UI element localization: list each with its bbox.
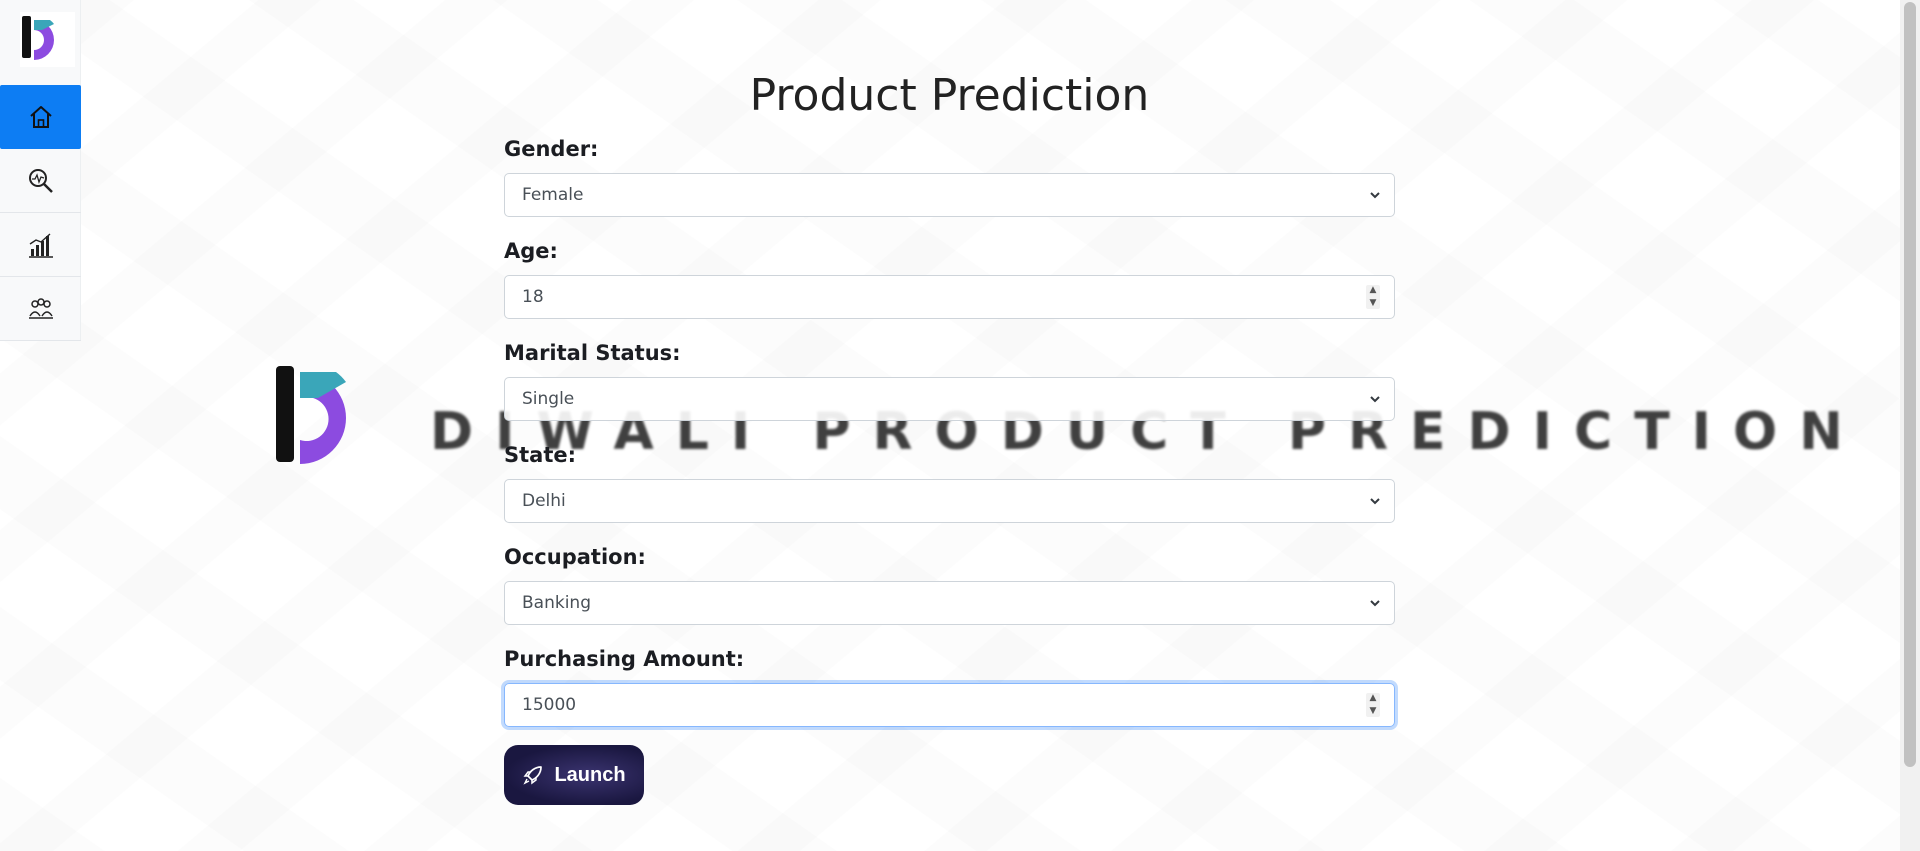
watermark-logo <box>276 366 346 464</box>
purchasing-amount-value: 15000 <box>522 695 577 715</box>
stepper-up-icon[interactable]: ▲ <box>1370 693 1377 704</box>
purchasing-amount-input[interactable]: 15000 ▲ ▼ <box>504 683 1395 727</box>
stepper-down-icon[interactable]: ▼ <box>1370 706 1377 717</box>
age-stepper[interactable]: ▲ ▼ <box>1366 285 1380 309</box>
marital-status-group: Marital Status: Single <box>504 341 1395 421</box>
team-icon <box>28 297 53 319</box>
state-label: State: <box>504 443 577 467</box>
sidebar-item-team[interactable] <box>0 277 81 341</box>
occupation-select[interactable]: Banking <box>504 581 1395 625</box>
sidebar <box>0 0 81 341</box>
rocket-icon <box>523 766 543 785</box>
state-select[interactable]: Delhi <box>504 479 1395 523</box>
page-title: Product Prediction <box>749 70 1150 121</box>
purchasing-amount-label: Purchasing Amount: <box>504 647 745 671</box>
chevron-down-icon <box>1370 498 1380 505</box>
stepper-down-icon[interactable]: ▼ <box>1370 298 1377 309</box>
analysis-search-icon <box>28 168 53 193</box>
state-group: State: Delhi <box>504 443 1395 523</box>
occupation-value: Banking <box>522 593 591 613</box>
scrollbar-thumb[interactable] <box>1904 2 1916 767</box>
age-group: Age: 18 ▲ ▼ <box>504 239 1395 319</box>
sidebar-item-analysis[interactable] <box>0 149 81 213</box>
stepper-up-icon[interactable]: ▲ <box>1370 285 1377 296</box>
gender-label: Gender: <box>504 137 599 161</box>
occupation-group: Occupation: Banking <box>504 545 1395 625</box>
purchasing-amount-group: Purchasing Amount: 15000 ▲ ▼ <box>504 647 1395 727</box>
occupation-label: Occupation: <box>504 545 646 569</box>
marital-status-value: Single <box>522 389 575 409</box>
gender-value: Female <box>522 185 584 205</box>
home-icon <box>29 106 52 128</box>
gender-group: Gender: Female <box>504 137 1395 217</box>
launch-button[interactable]: Launch <box>504 745 644 805</box>
chevron-down-icon <box>1370 396 1380 403</box>
state-value: Delhi <box>522 491 566 511</box>
sidebar-item-home[interactable] <box>0 85 81 149</box>
purchasing-amount-stepper[interactable]: ▲ ▼ <box>1366 693 1380 717</box>
chevron-down-icon <box>1370 600 1380 607</box>
marital-status-select[interactable]: Single <box>504 377 1395 421</box>
chevron-down-icon <box>1370 192 1380 199</box>
age-value: 18 <box>522 287 544 307</box>
gender-select[interactable]: Female <box>504 173 1395 217</box>
age-label: Age: <box>504 239 558 263</box>
launch-label: Launch <box>554 763 626 786</box>
sidebar-item-charts[interactable] <box>0 213 81 277</box>
logo-icon <box>22 16 54 60</box>
age-input[interactable]: 18 ▲ ▼ <box>504 275 1395 319</box>
brand-logo[interactable] <box>20 12 75 67</box>
marital-status-label: Marital Status: <box>504 341 681 365</box>
page-scrollbar[interactable] <box>1900 0 1920 851</box>
bar-chart-icon <box>28 232 53 258</box>
